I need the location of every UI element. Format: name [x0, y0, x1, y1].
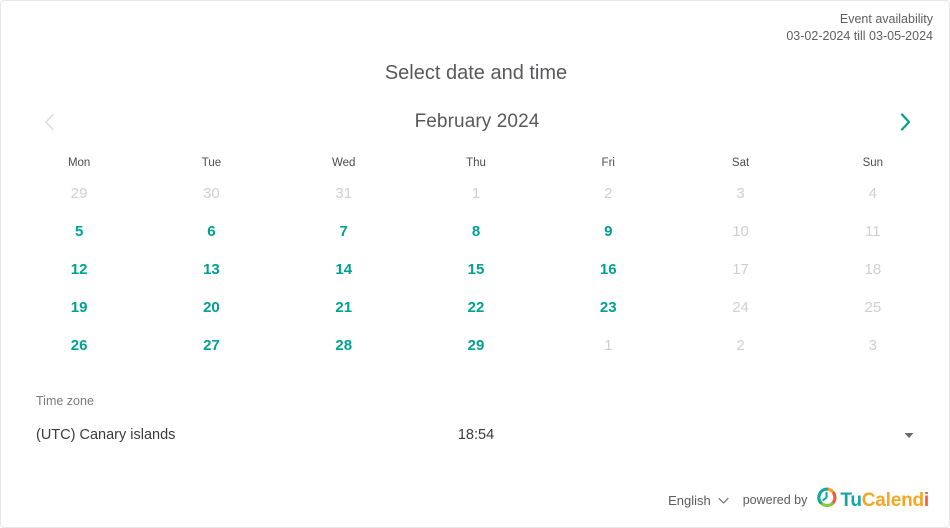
calendar-day: 1 [604, 337, 613, 354]
calendar-day[interactable]: 28 [278, 327, 410, 365]
calendar-day: 29 [70, 185, 88, 202]
brand-text-tu: Tu [840, 489, 862, 511]
calendar-day[interactable]: 6 [145, 213, 277, 251]
calendar-day[interactable]: 7 [278, 213, 410, 251]
previous-month-button[interactable] [27, 105, 71, 139]
weekday-header-mon: Mon [67, 157, 91, 169]
calendar-day: 2 [604, 185, 613, 202]
calendar-week-row: 5 6 7 8 9 10 11 [13, 213, 939, 251]
calendar-day: 4 [868, 185, 877, 202]
calendar-day: 10 [732, 223, 749, 240]
weekday-header-wed: Wed [331, 157, 356, 169]
month-navigation: February 2024 [1, 105, 949, 139]
event-availability-title: Event availability [839, 12, 933, 26]
chevron-right-icon [900, 113, 911, 131]
current-month-label: February 2024 [414, 111, 540, 132]
calendar-day: 31 [335, 185, 353, 202]
chevron-left-icon [44, 113, 55, 131]
weekday-header-tue: Tue [201, 157, 222, 169]
weekday-header-sat: Sat [731, 157, 750, 169]
calendar-week-row: 12 13 14 15 16 17 18 [13, 251, 939, 289]
clock-circle-icon [816, 487, 837, 513]
calendar-day: 1 [471, 185, 481, 202]
calendar-day[interactable]: 22 [410, 289, 542, 327]
language-label: English [668, 492, 711, 508]
calendar-day[interactable]: 20 [145, 289, 277, 327]
weekday-header-sun: Sun [862, 157, 884, 169]
timezone-current-time: 18:54 [457, 427, 495, 443]
tucalendi-brand-link[interactable]: TuCalendi [816, 487, 929, 513]
calendar-day[interactable]: 19 [13, 289, 145, 327]
weekday-header-thu: Thu [466, 157, 486, 169]
event-availability-range: 03-02-2024 till 03-05-2024 [786, 29, 933, 43]
calendar-day[interactable]: 13 [145, 251, 277, 289]
calendar-week-row: 19 20 21 22 23 24 25 [13, 289, 939, 327]
calendar-day[interactable]: 21 [278, 289, 410, 327]
booking-widget-card: Event availability 03-02-2024 till 03-05… [0, 0, 950, 528]
calendar-day: 3 [736, 185, 745, 202]
calendar-day: 18 [864, 261, 882, 278]
powered-by-label: powered by [742, 493, 808, 507]
weekday-header-fri: Fri [601, 157, 615, 169]
calendar-day[interactable]: 16 [542, 251, 674, 289]
language-selector[interactable]: English [668, 493, 729, 508]
calendar-day: 2 [736, 337, 745, 354]
footer: English powered by TuCalendi [668, 487, 929, 513]
calendar-day: 17 [732, 261, 749, 278]
brand-text-i: i [923, 489, 929, 511]
calendar-day: 11 [865, 223, 881, 240]
calendar-day: 24 [732, 299, 749, 316]
page-title: Select date and time [384, 62, 568, 84]
calendar-day[interactable]: 26 [13, 327, 145, 365]
timezone-select[interactable]: (UTC) Canary islands 18:54 [36, 424, 916, 446]
calendar-day[interactable]: 12 [13, 251, 145, 289]
calendar-week-row: 26 27 28 29 1 2 3 [13, 327, 939, 365]
weekday-header-row: Mon Tue Wed Thu Fri Sat Sun [13, 153, 939, 175]
calendar-grid: Mon Tue Wed Thu Fri Sat Sun 29 30 31 1 2… [13, 153, 939, 365]
calendar-day[interactable]: 29 [410, 327, 542, 365]
event-availability-block: Event availability 03-02-2024 till 03-05… [786, 11, 933, 45]
calendar-day[interactable]: 23 [542, 289, 674, 327]
timezone-section: Time zone (UTC) Canary islands 18:54 [36, 394, 916, 446]
caret-down-icon[interactable] [902, 428, 916, 442]
chevron-down-icon [718, 493, 729, 508]
brand-text-calend: Calend [861, 489, 924, 511]
calendar-day[interactable]: 15 [410, 251, 542, 289]
next-month-button[interactable] [883, 105, 927, 139]
calendar-day[interactable]: 27 [145, 327, 277, 365]
calendar-day[interactable]: 5 [13, 213, 145, 251]
calendar-day[interactable]: 14 [278, 251, 410, 289]
calendar-day: 25 [864, 299, 882, 316]
timezone-label: Time zone [36, 394, 94, 408]
calendar-week-row: 29 30 31 1 2 3 4 [13, 175, 939, 213]
calendar-day[interactable]: 8 [410, 213, 542, 251]
calendar-day: 30 [203, 185, 220, 202]
calendar-day[interactable]: 9 [542, 213, 674, 251]
calendar-day: 3 [868, 337, 877, 354]
